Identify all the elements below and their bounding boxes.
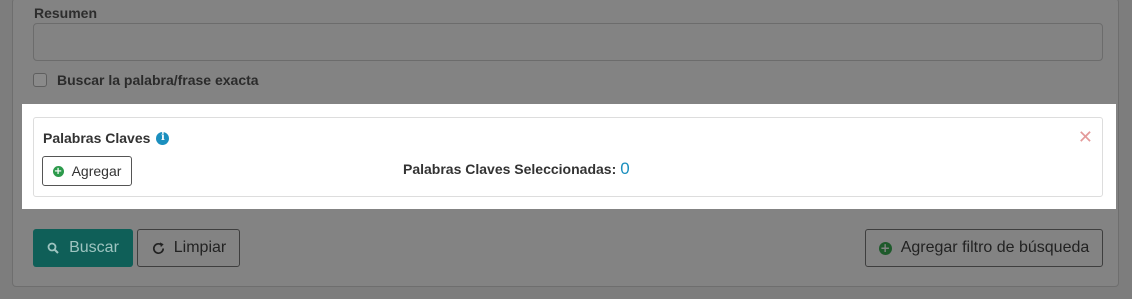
exact-phrase-label: Buscar la palabra/frase exacta — [57, 72, 259, 88]
refresh-icon — [151, 241, 166, 256]
clear-button[interactable]: Limpiar — [137, 229, 240, 267]
keywords-title-row: Palabras Claves i — [43, 130, 170, 146]
add-keyword-label: Agregar — [71, 163, 122, 179]
exact-phrase-checkbox[interactable] — [33, 73, 47, 87]
add-filter-label: Agregar filtro de búsqueda — [900, 239, 1090, 256]
search-button[interactable]: Buscar — [33, 229, 133, 267]
keywords-title: Palabras Claves — [43, 130, 151, 146]
clear-button-label: Limpiar — [173, 239, 227, 256]
resumen-input[interactable] — [33, 23, 1103, 61]
search-icon — [47, 242, 59, 254]
plus-circle-icon: + — [52, 165, 64, 177]
add-keyword-button[interactable]: + Agregar — [42, 156, 132, 186]
selected-keywords: Palabras Claves Seleccionadas: 0 — [403, 159, 630, 179]
plus-circle-icon: + — [878, 240, 892, 255]
add-filter-button[interactable]: + Agregar filtro de búsqueda — [865, 229, 1103, 267]
search-button-label: Buscar — [69, 239, 119, 256]
info-icon[interactable]: i — [156, 131, 170, 145]
resumen-label: Resumen — [34, 5, 98, 21]
exact-phrase-row: Buscar la palabra/frase exacta — [33, 72, 259, 88]
keywords-card: Palabras Claves i ✕ + Agregar Palabras C… — [33, 117, 1103, 197]
close-icon[interactable]: ✕ — [1078, 128, 1093, 146]
selected-keywords-count: 0 — [620, 159, 630, 178]
selected-keywords-label: Palabras Claves Seleccionadas: — [403, 161, 617, 177]
